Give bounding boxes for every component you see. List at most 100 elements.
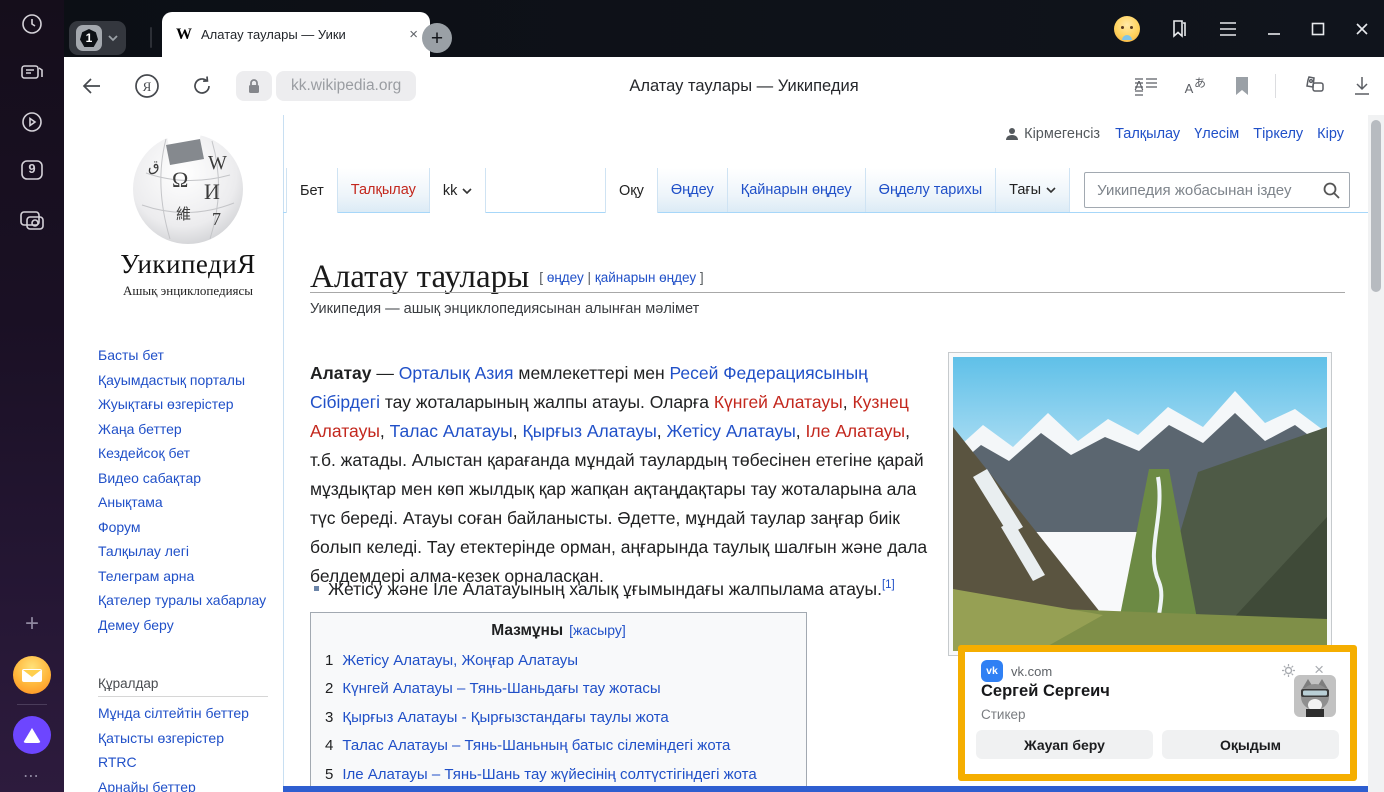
browser-tab-active[interactable]: W Алатау таулары — Уики × [162, 12, 430, 57]
svg-text:Я: Я [143, 79, 152, 94]
edit-source-link[interactable]: қайнарын өңдеу [595, 270, 696, 285]
wiki-sidebar-link[interactable]: Жуықтағы өзгерістер [98, 392, 274, 417]
svg-text:ق: ق [148, 159, 160, 175]
notes-icon[interactable] [19, 60, 45, 86]
svg-text:Ω: Ω [172, 167, 188, 192]
read-button[interactable]: Оқыдым [1162, 730, 1339, 759]
personal-link[interactable]: Үлесім [1194, 126, 1239, 142]
wiki-redlink[interactable]: Күнгей Алатауы [714, 392, 843, 412]
wikipedia-favicon: W [176, 26, 192, 44]
reference-link[interactable]: [1] [882, 579, 895, 591]
wiki-action-tab[interactable]: Өңдеу [658, 168, 728, 212]
wiki-sidebar-link[interactable]: Форум [98, 515, 274, 540]
alice-assistant-icon[interactable] [13, 716, 51, 754]
tab-close-icon[interactable]: × [407, 25, 420, 44]
search-icon[interactable] [1322, 181, 1341, 200]
browser-toolbar: Я kk.wikipedia.org Алатау таулары — Уики… [64, 57, 1384, 115]
new-tab-button[interactable]: + [422, 23, 452, 53]
sidebar-add-icon[interactable]: + [25, 612, 39, 636]
chevron-down-icon [1046, 187, 1056, 193]
bookmark-icon[interactable] [1234, 76, 1250, 96]
personal-link[interactable]: Талқылау [1115, 126, 1180, 142]
article-bullet-item: Жетісу және Іле Алатауының халық ұғымынд… [310, 579, 960, 600]
wiki-action-tab[interactable]: Оқу [605, 168, 658, 213]
toc-item-link[interactable]: Іле Алатауы – Тянь-Шань тау жүйесінің со… [342, 766, 756, 783]
wiki-tools-link[interactable]: RTRC [98, 750, 274, 775]
back-icon[interactable] [80, 75, 104, 97]
yandex-mail-icon[interactable] [13, 656, 51, 694]
screenshot-icon[interactable] [18, 208, 46, 234]
tab-language-variant[interactable]: kk [430, 168, 487, 213]
wiki-link[interactable]: Орталық Азия [399, 363, 514, 383]
wiki-tools-link[interactable]: Мұнда сілтейтін беттер [98, 701, 274, 726]
wiki-link[interactable]: Қырғыз Алатауы [523, 421, 657, 441]
history-icon[interactable] [20, 12, 44, 36]
wiki-sidebar-link[interactable]: Кездейсоқ бет [98, 441, 274, 466]
vk-notification-popup[interactable]: vk vk.com × Сергей Сергеич Стикер [958, 645, 1357, 781]
download-icon[interactable] [1352, 75, 1372, 97]
tab-counter-badge[interactable]: 9 [19, 158, 45, 182]
wiki-search-box[interactable] [1084, 172, 1350, 208]
address-bar[interactable]: kk.wikipedia.org [276, 71, 416, 101]
toc-item-link[interactable]: Күнгей Алатауы – Тянь-Шаньдағы тау жотас… [342, 680, 660, 697]
wiki-sidebar-link[interactable]: Қателер туралы хабарлау [98, 588, 274, 613]
menu-icon[interactable] [1218, 21, 1238, 37]
wiki-tools-link[interactable]: Арнайы беттер [98, 775, 274, 792]
maximize-icon[interactable] [1310, 21, 1326, 37]
wiki-sidebar-link[interactable]: Қауымдастық порталы [98, 368, 274, 393]
tab-talk[interactable]: Талқылау [338, 168, 430, 212]
wiki-redlink[interactable]: Іле Алатауы [806, 421, 906, 441]
wiki-action-tab[interactable]: Өңделу тарихы [866, 168, 996, 212]
wiki-sidebar-link[interactable]: Телеграм арна [98, 564, 274, 589]
scrollbar-thumb[interactable] [1371, 120, 1381, 292]
extensions-icon[interactable] [1301, 74, 1327, 98]
toc-item-link[interactable]: Қырғыз Алатауы - Қырғызстандағы таулы жо… [342, 709, 668, 726]
tab-more[interactable]: Тағы [996, 168, 1070, 212]
wiki-sidebar-link[interactable]: Жаңа беттер [98, 417, 274, 442]
wiki-sidebar-link[interactable]: Басты бет [98, 343, 274, 368]
tab-group-count: 1 [80, 29, 98, 47]
personal-link[interactable]: Тіркелу [1253, 126, 1303, 142]
wiki-link[interactable]: Талас Алатауы [390, 421, 513, 441]
yandex-icon[interactable]: Я [134, 73, 160, 99]
wiki-sidebar-link[interactable]: Демеу беру [98, 613, 274, 638]
toc-hide-link[interactable]: [жасыру] [569, 622, 626, 638]
notification-message: Стикер [981, 707, 1026, 722]
page-viewport: W Ω И 維 7 ق УикипедиЯ Ашық энциклопедияс… [64, 115, 1384, 792]
browser-main-column: 1 W Алатау таулары — Уики × + [64, 0, 1384, 792]
wikipedia-logo[interactable]: W Ω И 維 7 ق УикипедиЯ Ашық энциклопедияс… [90, 123, 286, 299]
close-icon[interactable] [1354, 21, 1370, 37]
toc-item-link[interactable]: Жетісу Алатауы, Жоңғар Алатауы [342, 652, 578, 669]
refresh-icon[interactable] [190, 74, 214, 98]
wiki-sidebar-link[interactable]: Талқылау легі [98, 539, 274, 564]
toc-item-link[interactable]: Талас Алатауы – Тянь-Шаньның батыс сілем… [342, 737, 730, 754]
personal-link[interactable]: Кіру [1317, 126, 1344, 142]
notification-settings-icon[interactable] [1281, 663, 1296, 678]
wiki-sidebar-link[interactable]: Анықтама [98, 490, 274, 515]
search-input[interactable] [1095, 181, 1322, 200]
site-security-badge[interactable] [236, 71, 272, 101]
wiki-sidebar-link[interactable]: Видео сабақтар [98, 466, 274, 491]
reply-button[interactable]: Жауап беру [976, 730, 1153, 759]
sidebar-more-icon[interactable]: ⋯ [23, 766, 41, 786]
toc-item-number: 4 [325, 737, 333, 754]
page-scrollbar[interactable] [1368, 115, 1384, 792]
tab-group-button[interactable]: 1 [69, 21, 126, 55]
wiki-link[interactable]: Жетісу Алатауы [667, 421, 796, 441]
wiki-tools-link[interactable]: Қатысты өзгерістер [98, 726, 274, 751]
toc-list: 1Жетісу Алатауы, Жоңғар Алатауы2Күнгей А… [311, 652, 806, 783]
profile-avatar[interactable] [1114, 16, 1140, 42]
reader-mode-icon[interactable]: A [1134, 76, 1158, 96]
translate-icon[interactable]: A あ [1183, 75, 1209, 97]
wikipedia-tagline: Ашық энциклопедиясы [90, 283, 286, 299]
edit-link[interactable]: өңдеу [547, 270, 584, 285]
username-label: Кірмегенсіз [1024, 126, 1100, 142]
collections-icon[interactable] [1168, 18, 1190, 40]
minimize-icon[interactable] [1266, 21, 1282, 37]
personal-bar: Кірмегенсіз Талқылау Үлесім Тіркелу Кіру [1005, 126, 1344, 142]
tab-page[interactable]: Бет [286, 168, 338, 213]
video-icon[interactable] [20, 110, 44, 134]
wiki-action-tab[interactable]: Қайнарын өңдеу [728, 168, 866, 212]
svg-text:И: И [204, 179, 220, 204]
article-image[interactable] [948, 352, 1332, 656]
